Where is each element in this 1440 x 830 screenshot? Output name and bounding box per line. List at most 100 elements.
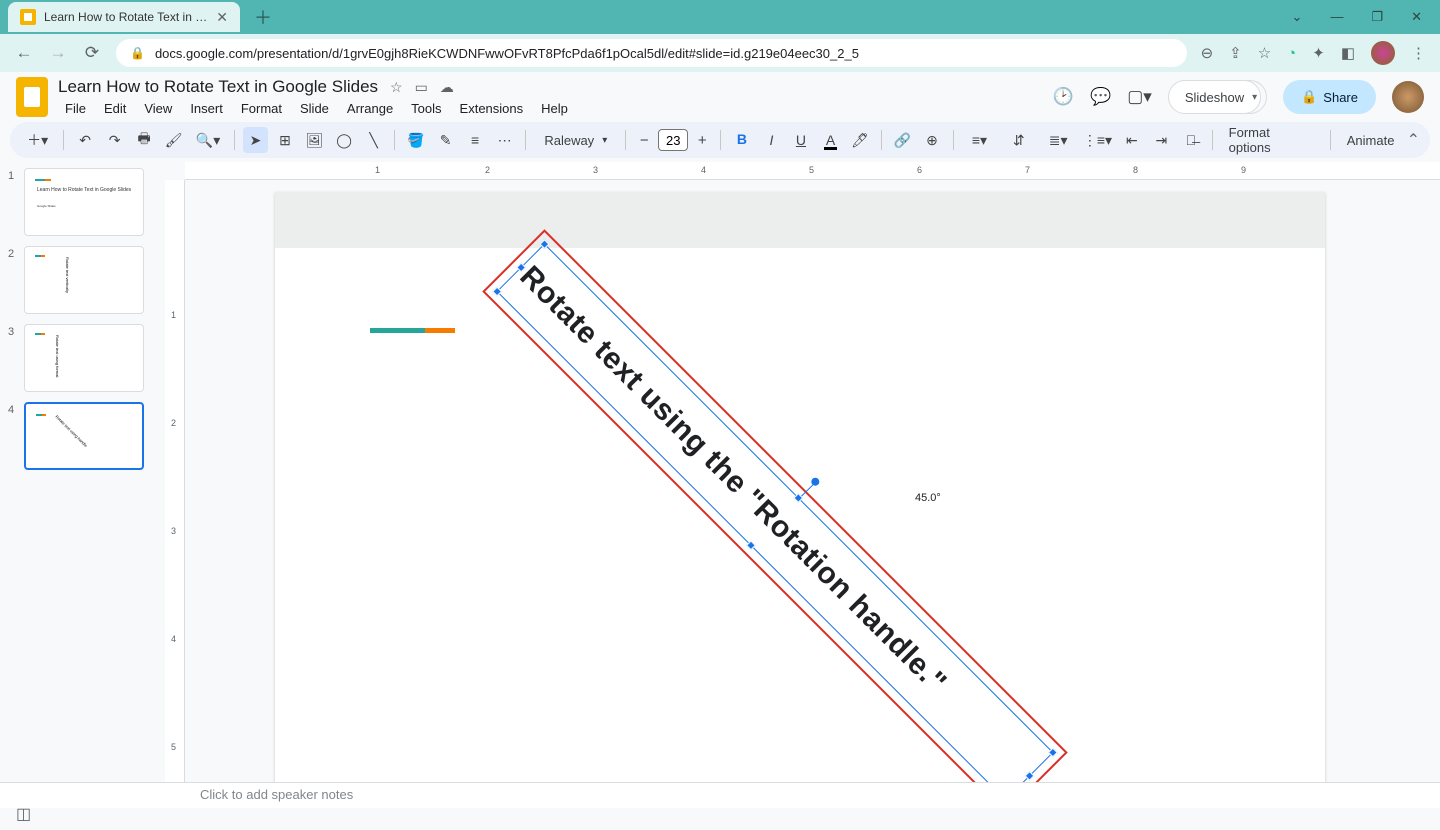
zoom-icon[interactable]: ⊖ bbox=[1201, 44, 1214, 62]
resize-handle-sw[interactable] bbox=[492, 287, 502, 297]
slide-canvas[interactable]: Rotate text using the "Rotation handle."… bbox=[275, 192, 1325, 782]
underline-button[interactable]: U bbox=[788, 127, 814, 153]
side-panel-icon[interactable]: ◧ bbox=[1341, 44, 1355, 62]
paint-format-button[interactable]: 🖌 bbox=[161, 127, 187, 153]
shape-tool[interactable]: ◯ bbox=[331, 127, 357, 153]
comments-icon[interactable]: 💬 bbox=[1090, 87, 1111, 107]
back-button[interactable]: ← bbox=[14, 43, 34, 63]
reload-button[interactable]: ⟳ bbox=[82, 43, 102, 63]
decrease-font-button[interactable]: − bbox=[634, 132, 654, 149]
increase-font-button[interactable]: + bbox=[692, 132, 712, 149]
menu-format[interactable]: Format bbox=[234, 99, 289, 118]
canvas-area[interactable]: 1 2 3 4 5 6 7 8 9 1 2 3 4 5 bbox=[165, 162, 1440, 782]
bookmark-icon[interactable]: ☆ bbox=[1258, 44, 1271, 62]
maximize-icon[interactable]: ❐ bbox=[1371, 9, 1383, 25]
toolbar-collapse-icon[interactable]: ⌃ bbox=[1407, 130, 1420, 150]
font-size-input[interactable] bbox=[658, 129, 688, 151]
url-text: docs.google.com/presentation/d/1grvE0gjh… bbox=[155, 46, 859, 61]
slide-number: 2 bbox=[8, 246, 18, 314]
text-color-button[interactable]: A bbox=[818, 127, 844, 153]
insert-link-button[interactable]: 🔗 bbox=[890, 127, 916, 153]
align-button[interactable]: ≡▾ bbox=[962, 127, 997, 153]
resize-handle-e[interactable] bbox=[1025, 771, 1035, 781]
animate-button[interactable]: Animate bbox=[1339, 133, 1403, 148]
accent-bar bbox=[370, 328, 455, 333]
extension-grammarly-icon[interactable]: ◔ bbox=[1287, 45, 1296, 62]
slide-panel[interactable]: 1 Learn How to Rotate Text in Google Sli… bbox=[0, 162, 165, 782]
menu-arrange[interactable]: Arrange bbox=[340, 99, 400, 118]
menu-tools[interactable]: Tools bbox=[404, 99, 448, 118]
share-button[interactable]: 🔒 Share bbox=[1283, 80, 1376, 114]
move-icon[interactable]: ▭ bbox=[415, 79, 428, 96]
menu-edit[interactable]: Edit bbox=[97, 99, 133, 118]
browser-menu-icon[interactable]: ⋮ bbox=[1411, 44, 1426, 62]
menu-slide[interactable]: Slide bbox=[293, 99, 336, 118]
new-tab-button[interactable]: ＋ bbox=[254, 4, 272, 30]
slides-logo[interactable] bbox=[16, 77, 48, 117]
increase-indent-button[interactable]: ⇥ bbox=[1149, 127, 1175, 153]
zoom-button[interactable]: 🔍▾ bbox=[190, 127, 225, 153]
italic-button[interactable]: I bbox=[759, 127, 785, 153]
format-options-button[interactable]: Format options bbox=[1221, 125, 1322, 155]
numbered-list-button[interactable]: ≣▾ bbox=[1040, 127, 1075, 153]
close-window-icon[interactable]: ✕ bbox=[1411, 9, 1422, 25]
border-color-button[interactable]: ✎ bbox=[433, 127, 459, 153]
rotated-text[interactable]: Rotate text using the "Rotation handle." bbox=[505, 252, 1045, 782]
line-tool[interactable]: ╲ bbox=[361, 127, 387, 153]
docs-header: Learn How to Rotate Text in Google Slide… bbox=[0, 72, 1440, 118]
bulleted-list-button[interactable]: ⋮≡▾ bbox=[1080, 127, 1115, 153]
menu-insert[interactable]: Insert bbox=[183, 99, 230, 118]
rotated-textbox-highlight: Rotate text using the "Rotation handle." bbox=[482, 229, 1067, 782]
minimize-icon[interactable]: — bbox=[1330, 9, 1343, 25]
speaker-notes[interactable]: Click to add speaker notes bbox=[0, 782, 1440, 808]
explore-icon[interactable]: ◫ bbox=[16, 804, 31, 824]
redo-button[interactable]: ↷ bbox=[102, 127, 128, 153]
document-title[interactable]: Learn How to Rotate Text in Google Slide… bbox=[58, 77, 378, 97]
cloud-status-icon[interactable]: ☁ bbox=[440, 79, 454, 96]
ruler-vertical: 1 2 3 4 5 bbox=[165, 180, 185, 782]
border-dash-button[interactable]: ⋯ bbox=[492, 127, 518, 153]
clear-formatting-button[interactable]: Ⓣ̶ bbox=[1178, 127, 1204, 153]
profile-avatar[interactable] bbox=[1371, 41, 1395, 65]
new-slide-button[interactable]: ＋▾ bbox=[20, 127, 55, 153]
fill-color-button[interactable]: 🪣 bbox=[403, 127, 429, 153]
resize-handle-ne[interactable] bbox=[1048, 748, 1058, 758]
window-chevron-icon[interactable]: ⌄ bbox=[1292, 9, 1303, 25]
close-tab-icon[interactable]: ✕ bbox=[216, 9, 228, 26]
undo-button[interactable]: ↶ bbox=[72, 127, 98, 153]
select-tool[interactable]: ➤ bbox=[243, 127, 269, 153]
lock-icon: 🔒 bbox=[130, 46, 145, 60]
image-tool[interactable]: 🖼 bbox=[302, 127, 328, 153]
url-field[interactable]: 🔒 docs.google.com/presentation/d/1grvE0g… bbox=[116, 39, 1187, 67]
font-selector[interactable]: Raleway▾ bbox=[534, 133, 617, 148]
present-camera-icon[interactable]: ▢▾ bbox=[1127, 87, 1152, 107]
slideshow-dropdown[interactable]: ▾ bbox=[1243, 80, 1267, 114]
print-button[interactable]: 🖶 bbox=[131, 127, 157, 153]
menu-file[interactable]: File bbox=[58, 99, 93, 118]
insert-comment-button[interactable]: ⊕ bbox=[919, 127, 945, 153]
menu-view[interactable]: View bbox=[137, 99, 179, 118]
decrease-indent-button[interactable]: ⇤ bbox=[1119, 127, 1145, 153]
textbox-tool[interactable]: ⊞ bbox=[272, 127, 298, 153]
account-avatar[interactable] bbox=[1392, 81, 1424, 113]
slide-thumbnail-1[interactable]: Learn How to Rotate Text in Google Slide… bbox=[24, 168, 144, 236]
slide-thumbnail-2[interactable]: Rotate text vertically bbox=[24, 246, 144, 314]
window-controls: ⌄ — ❐ ✕ bbox=[1292, 9, 1440, 25]
share-url-icon[interactable]: ⇪ bbox=[1229, 44, 1242, 62]
highlight-button[interactable]: 🖊 bbox=[847, 127, 873, 153]
resize-handle-nw[interactable] bbox=[540, 239, 550, 249]
bold-button[interactable]: B bbox=[729, 127, 755, 153]
forward-button[interactable]: → bbox=[48, 43, 68, 63]
menu-help[interactable]: Help bbox=[534, 99, 575, 118]
border-weight-button[interactable]: ≡ bbox=[462, 127, 488, 153]
browser-title-bar: Learn How to Rotate Text in Goo ✕ ＋ ⌄ — … bbox=[0, 0, 1440, 34]
slide-thumbnail-4[interactable]: Rotate text using handle bbox=[24, 402, 144, 470]
version-history-icon[interactable]: 🕑 bbox=[1053, 87, 1074, 107]
lock-share-icon: 🔒 bbox=[1301, 89, 1317, 105]
line-spacing-button[interactable]: ⇵ bbox=[1001, 127, 1036, 153]
slide-thumbnail-3[interactable]: Rotate text using format bbox=[24, 324, 144, 392]
extensions-icon[interactable]: ✦ bbox=[1312, 44, 1325, 62]
menu-extensions[interactable]: Extensions bbox=[453, 99, 531, 118]
star-icon[interactable]: ☆ bbox=[390, 79, 403, 96]
browser-tab[interactable]: Learn How to Rotate Text in Goo ✕ bbox=[8, 2, 240, 32]
